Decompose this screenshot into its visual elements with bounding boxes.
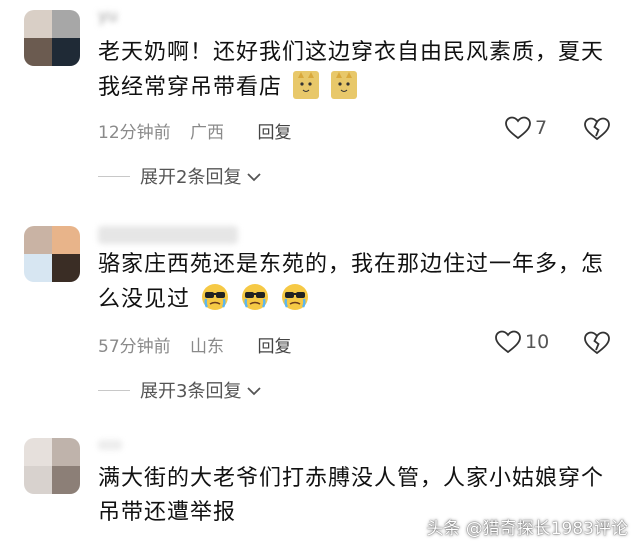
username[interactable] [98, 440, 122, 450]
avatar[interactable] [24, 438, 80, 494]
watermark: 头条 @猎奇探长1983评论 [426, 519, 628, 539]
comment-meta [98, 536, 140, 556]
comment-3: 满大街的大老爷们打赤膊没人管，人家小姑娘穿个吊带还遭举报 [0, 0, 640, 545]
